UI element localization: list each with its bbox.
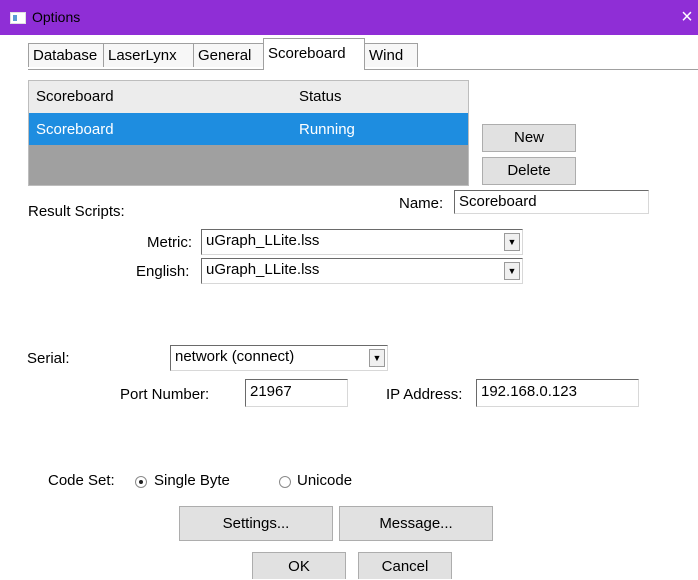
- chevron-down-icon[interactable]: ▼: [504, 233, 520, 251]
- close-icon[interactable]: ×: [676, 5, 698, 29]
- tab-general[interactable]: General: [193, 43, 264, 67]
- result-scripts-label: Result Scripts:: [28, 203, 125, 220]
- column-header-status[interactable]: Status: [299, 88, 342, 105]
- port-number-label: Port Number:: [120, 386, 210, 403]
- name-label: Name:: [399, 195, 444, 212]
- single-byte-label[interactable]: Single Byte: [154, 472, 230, 489]
- metric-script-select[interactable]: uGraph_LLite.lss ▼: [201, 229, 523, 255]
- name-field[interactable]: Scoreboard: [454, 190, 649, 214]
- serial-value: network (connect): [175, 348, 295, 365]
- metric-label: Metric:: [147, 234, 192, 251]
- title-bar: [0, 0, 698, 35]
- ip-address-field[interactable]: 192.168.0.123: [476, 379, 639, 407]
- port-number-field[interactable]: 21967: [245, 379, 348, 407]
- metric-script-value: uGraph_LLite.lss: [206, 232, 320, 249]
- english-script-select[interactable]: uGraph_LLite.lss ▼: [201, 258, 523, 284]
- chevron-down-icon[interactable]: ▼: [369, 349, 385, 367]
- serial-label: Serial:: [27, 350, 70, 367]
- ip-address-label: IP Address:: [386, 386, 463, 403]
- unicode-radio[interactable]: [279, 476, 291, 488]
- window-icon: [10, 12, 26, 24]
- tab-database[interactable]: Database: [28, 43, 104, 67]
- message-button[interactable]: Message...: [339, 506, 493, 541]
- delete-button[interactable]: Delete: [482, 157, 576, 185]
- unicode-label[interactable]: Unicode: [297, 472, 352, 489]
- settings-button[interactable]: Settings...: [179, 506, 333, 541]
- list-item-scoreboard: Scoreboard: [36, 121, 114, 138]
- english-script-value: uGraph_LLite.lss: [206, 261, 320, 278]
- tab-laserlynx[interactable]: LaserLynx: [103, 43, 194, 67]
- cancel-button[interactable]: Cancel: [358, 552, 452, 579]
- ok-button[interactable]: OK: [252, 552, 346, 579]
- new-button[interactable]: New: [482, 124, 576, 152]
- window-title: Options: [32, 9, 81, 25]
- english-label: English:: [136, 263, 190, 280]
- code-set-label: Code Set:: [48, 472, 115, 489]
- list-item-status: Running: [299, 121, 355, 138]
- chevron-down-icon[interactable]: ▼: [504, 262, 520, 280]
- serial-select[interactable]: network (connect) ▼: [170, 345, 388, 371]
- column-header-scoreboard[interactable]: Scoreboard: [36, 88, 114, 105]
- tab-wind[interactable]: Wind: [364, 43, 418, 67]
- single-byte-radio[interactable]: [135, 476, 147, 488]
- tab-scoreboard[interactable]: Scoreboard: [263, 38, 365, 70]
